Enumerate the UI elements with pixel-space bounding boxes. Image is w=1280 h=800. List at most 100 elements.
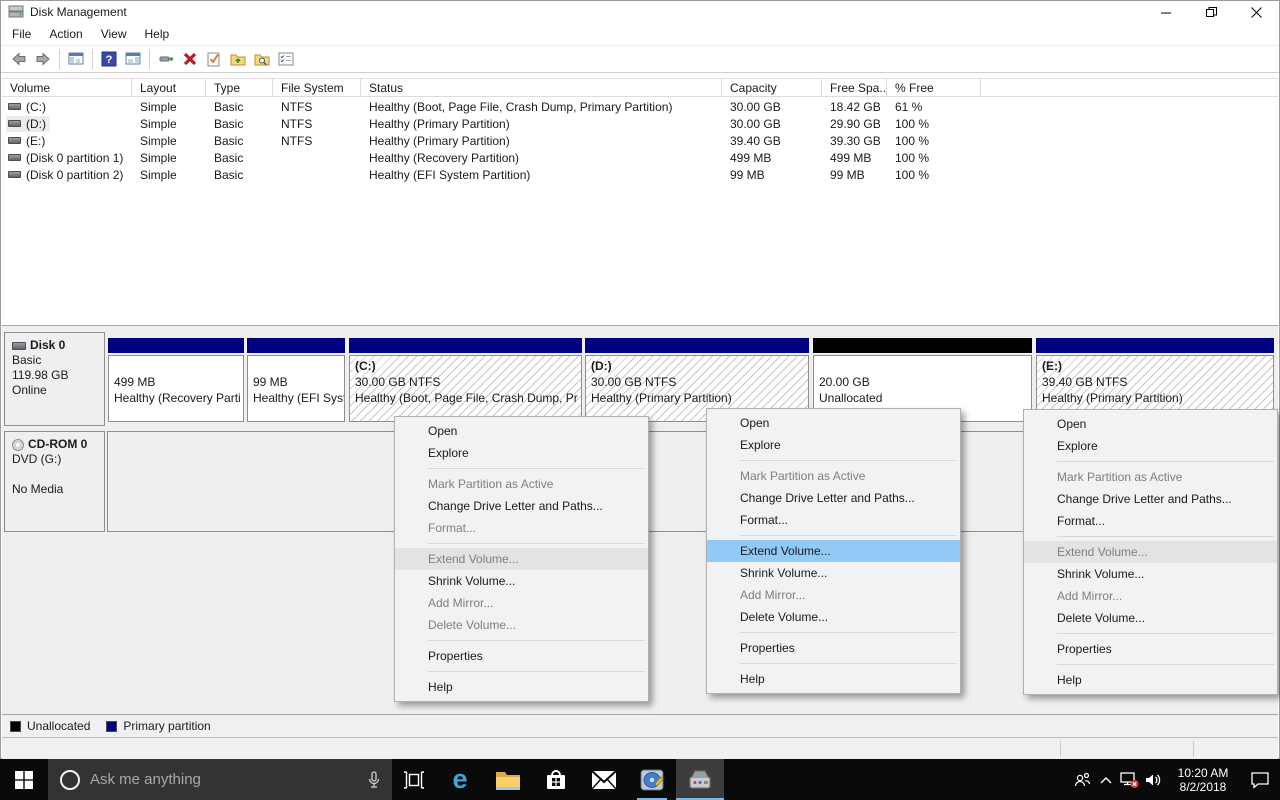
column-header-status[interactable]: Status (361, 79, 722, 96)
disk0-status: Online (12, 383, 102, 398)
menu-item-shrink-volume[interactable]: Shrink Volume... (395, 570, 648, 592)
column-header-type[interactable]: Type (206, 79, 273, 96)
restore-button[interactable] (1189, 1, 1234, 23)
disk0-panel[interactable]: Disk 0 Basic 119.98 GB Online (4, 332, 105, 426)
help-button[interactable]: ? (97, 47, 121, 71)
taskbar-app-store[interactable] (532, 759, 580, 800)
action-pane-button[interactable] (121, 47, 145, 71)
menu-item-format[interactable]: Format... (1024, 510, 1277, 532)
table-row[interactable]: (Disk 0 partition 2)SimpleBasicHealthy (… (2, 166, 1278, 183)
back-button[interactable] (7, 47, 31, 71)
segment-healthy-efi-syst[interactable]: 99 MBHealthy (EFI Syst (247, 338, 345, 422)
menu-item-open[interactable]: Open (1024, 413, 1277, 435)
close-button[interactable] (1234, 1, 1279, 23)
menu-item-change-drive-letter-and-paths[interactable]: Change Drive Letter and Paths... (707, 487, 960, 509)
menu-item-properties[interactable]: Properties (1024, 638, 1277, 660)
menu-item-change-drive-letter-and-paths[interactable]: Change Drive Letter and Paths... (395, 495, 648, 517)
menu-action[interactable]: Action (40, 24, 91, 44)
table-row[interactable]: (C:)SimpleBasicNTFSHealthy (Boot, Page F… (2, 98, 1278, 115)
menu-item-shrink-volume[interactable]: Shrink Volume... (1024, 563, 1277, 585)
legend-item-primary-partition: Primary partition (106, 719, 210, 733)
menu-item-delete-volume[interactable]: Delete Volume... (1024, 607, 1277, 629)
clock[interactable]: 10:20 AM 8/2/2018 (1166, 766, 1240, 794)
menu-item-open[interactable]: Open (395, 420, 648, 442)
taskbar-app-file-explorer[interactable] (484, 759, 532, 800)
menu-item-delete-volume[interactable]: Delete Volume... (707, 606, 960, 628)
cdrom-type: DVD (G:) (12, 452, 102, 467)
start-button[interactable] (0, 759, 48, 800)
forward-icon (35, 51, 51, 67)
menu-item-properties[interactable]: Properties (395, 645, 648, 667)
cell-layout: Simple (132, 168, 206, 182)
partition-box[interactable]: 499 MBHealthy (Recovery Parti (108, 355, 244, 422)
menu-view[interactable]: View (92, 24, 136, 44)
taskbar-app-mail[interactable] (580, 759, 628, 800)
menu-item-change-drive-letter-and-paths[interactable]: Change Drive Letter and Paths... (1024, 488, 1277, 510)
menu-item-explore[interactable]: Explore (1024, 435, 1277, 457)
partition-box[interactable]: 99 MBHealthy (EFI Syst (247, 355, 345, 422)
column-header-layout[interactable]: Layout (132, 79, 206, 96)
legend-label: Primary partition (123, 719, 210, 733)
search-input[interactable] (90, 771, 356, 788)
menu-item-format[interactable]: Format... (707, 509, 960, 531)
delete-button[interactable] (178, 47, 202, 71)
partition-name: (D:) (591, 358, 808, 374)
minimize-button[interactable] (1144, 1, 1189, 23)
cdrom-name: CD-ROM 0 (28, 437, 87, 452)
partition-size: 30.00 GB NTFS (355, 374, 581, 390)
menu-separator (740, 663, 957, 664)
table-row[interactable]: (E:)SimpleBasicNTFSHealthy (Primary Part… (2, 132, 1278, 149)
menu-help[interactable]: Help (136, 24, 179, 44)
microphone-icon[interactable] (366, 771, 382, 789)
menu-item-explore[interactable]: Explore (707, 434, 960, 456)
disk0-type: Basic (12, 353, 102, 368)
menu-item-properties[interactable]: Properties (707, 637, 960, 659)
table-row[interactable]: (Disk 0 partition 1)SimpleBasicHealthy (… (2, 149, 1278, 166)
menu-item-add-mirror: Add Mirror... (707, 584, 960, 606)
taskbar-app-disk-tool[interactable] (628, 759, 676, 800)
console-tree-button[interactable] (64, 47, 88, 71)
cdrom-panel[interactable]: CD-ROM 0 DVD (G:) No Media (4, 431, 105, 532)
column-header-volume[interactable]: Volume (2, 79, 132, 96)
network-button[interactable] (1118, 759, 1142, 800)
menu-item-help[interactable]: Help (707, 668, 960, 690)
cortana-icon (60, 770, 80, 790)
cell-capacity: 99 MB (722, 168, 822, 182)
menu-item-explore[interactable]: Explore (395, 442, 648, 464)
menu-item-extend-volume[interactable]: Extend Volume... (707, 540, 960, 562)
partition-color-band (349, 338, 582, 353)
explore-button[interactable] (250, 47, 274, 71)
menu-item-help[interactable]: Help (1024, 669, 1277, 691)
minimize-icon (1161, 7, 1172, 18)
open-button[interactable] (226, 47, 250, 71)
partition-box[interactable]: (C:)30.00 GB NTFSHealthy (Boot, Page Fil… (349, 355, 582, 422)
cell-free: 100 % (887, 117, 981, 131)
cortana-search-box[interactable] (48, 759, 392, 800)
menu-item-mark-partition-as-active: Mark Partition as Active (1024, 466, 1277, 488)
wizard-button[interactable] (154, 47, 178, 71)
tray-overflow-button[interactable] (1094, 759, 1118, 800)
menu-item-help[interactable]: Help (395, 676, 648, 698)
mark-active-button[interactable] (202, 47, 226, 71)
segment-healthy-recovery-parti[interactable]: 499 MBHealthy (Recovery Parti (108, 338, 244, 422)
action-center-button[interactable] (1240, 759, 1280, 800)
people-button[interactable] (1070, 759, 1094, 800)
forward-button[interactable] (31, 47, 55, 71)
task-view-button[interactable] (392, 759, 436, 800)
column-header-file-system[interactable]: File System (273, 79, 361, 96)
menu-item-shrink-volume[interactable]: Shrink Volume... (707, 562, 960, 584)
chevron-up-icon (1099, 775, 1113, 785)
menu-item-open[interactable]: Open (707, 412, 960, 434)
column-header-free-spa[interactable]: Free Spa... (822, 79, 887, 96)
taskbar-app-edge[interactable]: e (436, 759, 484, 800)
menu-separator (1057, 633, 1274, 634)
volume-button[interactable] (1142, 759, 1166, 800)
table-row[interactable]: (D:)SimpleBasicNTFSHealthy (Primary Part… (2, 115, 1278, 132)
tasks-button[interactable] (274, 47, 298, 71)
taskbar-app-disk-management[interactable] (676, 759, 724, 800)
column-header-free[interactable]: % Free (887, 79, 981, 96)
segment-c[interactable]: (C:)30.00 GB NTFSHealthy (Boot, Page Fil… (349, 338, 582, 422)
menu-file[interactable]: File (3, 24, 40, 44)
legend-swatch (10, 721, 21, 732)
column-header-capacity[interactable]: Capacity (722, 79, 822, 96)
